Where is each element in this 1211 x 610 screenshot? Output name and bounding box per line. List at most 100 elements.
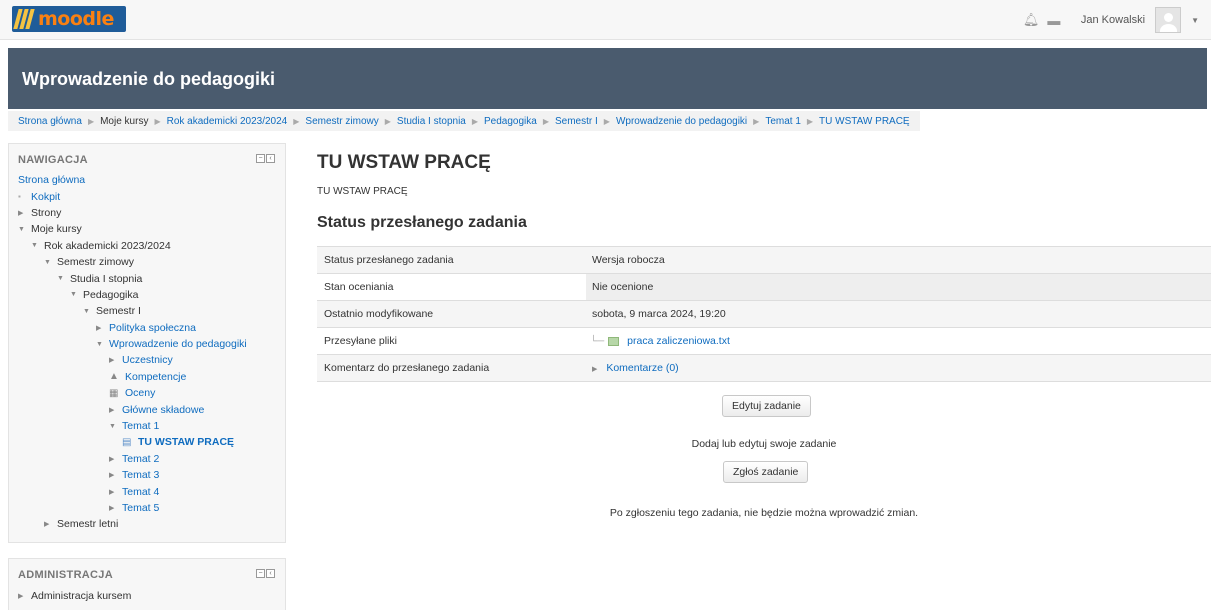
- nav-tree-item[interactable]: ▼ Temat 1: [9, 418, 285, 434]
- edit-submission-button[interactable]: Edytuj zadanie: [722, 395, 811, 417]
- row-label: Przesyłane pliki: [324, 335, 397, 347]
- administration-tree: ▶ Administracja kursem: [9, 588, 285, 604]
- breadcrumb-separator-icon: ▶: [154, 116, 161, 126]
- nav-tree-item-label: Studia I stopnia: [70, 272, 143, 285]
- collapse-block-icon[interactable]: −: [256, 569, 265, 578]
- nav-tree-item[interactable]: ▦ Oceny: [9, 385, 285, 401]
- nav-tree-item-label: Semestr I: [96, 305, 141, 318]
- site-logo[interactable]: moodle: [12, 6, 126, 32]
- user-avatar[interactable]: [1155, 7, 1182, 33]
- nav-tree-item[interactable]: ▼ Rok akademicki 2023/2024: [9, 238, 285, 254]
- submit-assignment-button[interactable]: Zgłoś zadanie: [723, 461, 809, 483]
- nav-tree-item[interactable]: ▶ Temat 4: [9, 483, 285, 499]
- breadcrumb-item[interactable]: Studia I stopnia: [397, 116, 466, 127]
- nav-tree-item-label: Strony: [31, 206, 62, 219]
- nav-tree-item[interactable]: ▶ Strony: [9, 205, 285, 221]
- nav-tree-item-label: Temat 3: [122, 469, 160, 482]
- breadcrumb-item[interactable]: Semestr zimowy: [305, 116, 378, 127]
- collapsed-triangle-icon: ▶: [109, 357, 115, 365]
- grades-table-icon: ▦: [109, 387, 119, 399]
- file-link[interactable]: praca zaliczeniowa.txt: [627, 335, 730, 347]
- nav-tree-item[interactable]: Strona główna: [9, 172, 285, 188]
- nav-tree-item[interactable]: ▶ Uczestnicy: [9, 352, 285, 368]
- user-name[interactable]: Jan Kowalski: [1081, 14, 1145, 26]
- notifications-bell-icon[interactable]: 🔔︎: [1023, 12, 1040, 28]
- expanded-triangle-icon: ▼: [31, 242, 38, 250]
- nav-tree-item[interactable]: ▼ Pedagogika: [9, 287, 285, 303]
- breadcrumb-separator-icon: ▶: [384, 116, 391, 126]
- nav-tree-item[interactable]: ▶ Temat 2: [9, 451, 285, 467]
- breadcrumb-item[interactable]: Pedagogika: [484, 116, 537, 127]
- nav-tree-item-label: Oceny: [125, 387, 156, 400]
- logo-text: moodle: [38, 8, 114, 30]
- nav-tree-item-label: Temat 4: [122, 485, 160, 498]
- collapsed-triangle-icon: ▶: [109, 488, 115, 496]
- administration-block-title: ADMINISTRACJA: [18, 569, 113, 581]
- logo-mark-icon: [13, 9, 35, 29]
- nav-tree-item[interactable]: ▼ Moje kursy: [9, 221, 285, 237]
- add-edit-help-text: Dodaj lub edytuj swoje zadanie: [691, 438, 837, 450]
- expanded-triangle-icon: ▼: [18, 225, 25, 233]
- breadcrumb-item[interactable]: Wprowadzenie do pedagogiki: [616, 116, 747, 127]
- dock-block-icon[interactable]: ‹: [266, 154, 275, 163]
- nav-tree-item-label: Pedagogika: [83, 288, 139, 301]
- messages-icon[interactable]: ▬: [1047, 13, 1061, 28]
- nav-tree-item[interactable]: ▲ Kompetencje: [9, 369, 285, 385]
- nav-tree-item[interactable]: ▼ Studia I stopnia: [9, 270, 285, 286]
- breadcrumb-separator-icon: ▶: [542, 116, 549, 126]
- nav-tree-item[interactable]: ▶ Temat 5: [9, 500, 285, 516]
- dock-block-icon[interactable]: ‹: [266, 569, 275, 578]
- submit-warning-text: Po zgłoszeniu tego zadania, nie będzie m…: [609, 507, 919, 519]
- breadcrumb-item[interactable]: Semestr I: [555, 116, 598, 127]
- collapsed-triangle-icon: ▶: [592, 366, 598, 373]
- nav-tree-item[interactable]: ▶ Polityka społeczna: [9, 320, 285, 336]
- admin-item-course-administration[interactable]: ▶ Administracja kursem: [9, 588, 285, 604]
- breadcrumb-item[interactable]: TU WSTAW PRACĘ: [819, 116, 910, 127]
- admin-item-label: Administracja kursem: [31, 590, 132, 603]
- nav-tree-item-label: Wprowadzenie do pedagogiki: [109, 338, 247, 351]
- nav-tree-item[interactable]: ▼ Semestr I: [9, 303, 285, 319]
- assignment-intro: TU WSTAW PRACĘ: [317, 186, 408, 197]
- administration-block-controls: − ‹: [256, 569, 275, 578]
- tree-branch-icon: └─: [590, 335, 605, 347]
- expanded-triangle-icon: ▼: [70, 291, 77, 299]
- nav-tree-item[interactable]: ▤ TU WSTAW PRACĘ: [9, 434, 285, 450]
- collapsed-triangle-icon: ▶: [96, 324, 102, 332]
- nav-tree-item[interactable]: ▪ Kokpit: [9, 188, 285, 204]
- competency-icon: ▲: [109, 371, 119, 383]
- nav-tree-item-label: Temat 2: [122, 452, 160, 465]
- top-navbar: moodle 🔔︎ ▬ Jan Kowalski ▼: [0, 0, 1211, 40]
- submission-status-table: Status przesłanego zadania Wersja robocz…: [317, 246, 1211, 382]
- nav-tree-item[interactable]: ▼ Semestr zimowy: [9, 254, 285, 270]
- administration-block: ADMINISTRACJA − ‹ ▶ Administracja kursem: [8, 558, 286, 610]
- navigation-tree: Strona główna ▪ Kokpit ▶ Strony ▼ Moje kursy ▼ R…: [9, 172, 285, 533]
- nav-tree-item-label: Kokpit: [31, 190, 61, 203]
- nav-tree-item[interactable]: ▶ Główne składowe: [9, 401, 285, 417]
- row-label: Komentarz do przesłanego zadania: [324, 362, 490, 374]
- expanded-triangle-icon: ▼: [96, 340, 103, 348]
- collapse-block-icon[interactable]: −: [256, 154, 265, 163]
- nav-tree-item[interactable]: ▼ Wprowadzenie do pedagogiki: [9, 336, 285, 352]
- comments-link[interactable]: Komentarze (0): [606, 362, 678, 374]
- nav-tree-item-label: Semestr zimowy: [57, 256, 135, 269]
- nav-tree-item-label: Główne składowe: [122, 403, 205, 416]
- collapsed-triangle-icon: ▶: [18, 593, 24, 601]
- page-title: TU WSTAW PRACĘ: [317, 152, 491, 173]
- nav-tree-item-label: Kompetencje: [125, 370, 187, 383]
- breadcrumb-item[interactable]: Rok akademicki 2023/2024: [167, 116, 288, 127]
- table-row: Status przesłanego zadania Wersja robocz…: [317, 247, 1211, 274]
- navigation-block-title: NAWIGACJA: [18, 154, 88, 166]
- breadcrumb-item[interactable]: Strona główna: [18, 116, 82, 127]
- user-menu-caret-icon[interactable]: ▼: [1191, 16, 1199, 25]
- nav-tree-item[interactable]: ▶ Semestr letni: [9, 516, 285, 532]
- collapsed-triangle-icon: ▶: [109, 505, 115, 512]
- navigation-block: NAWIGACJA − ‹ Strona główna ▪ Kokpit ▶ Stron…: [8, 143, 286, 543]
- breadcrumb-separator-icon: ▶: [87, 116, 95, 126]
- nav-tree-item[interactable]: ▶ Temat 3: [9, 467, 285, 483]
- nav-tree-item-label: TU WSTAW PRACĘ: [138, 436, 235, 449]
- breadcrumb-item[interactable]: Temat 1: [765, 116, 801, 127]
- expanded-triangle-icon: ▼: [44, 258, 51, 266]
- table-row: Komentarz do przesłanego zadania ▶ Komen…: [317, 355, 1211, 382]
- expanded-triangle-icon: ▼: [83, 307, 90, 315]
- expanded-triangle-icon: ▼: [57, 275, 64, 283]
